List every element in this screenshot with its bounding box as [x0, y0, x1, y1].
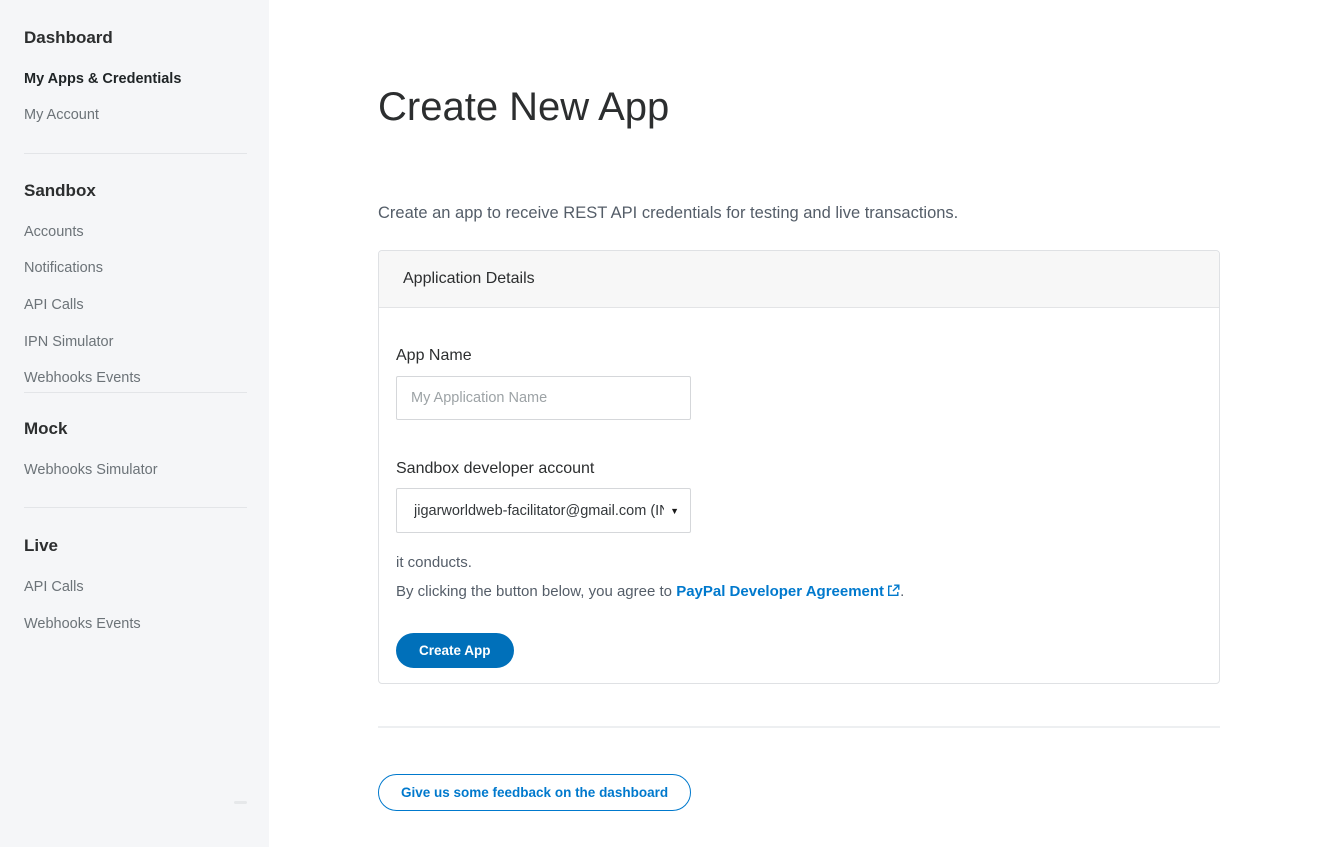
sidebar-item-mock-webhooks-simulator[interactable]: Webhooks Simulator: [24, 461, 247, 479]
sidebar-item-my-account[interactable]: My Account: [24, 106, 247, 124]
agreement-text: By clicking the button below, you agree …: [396, 582, 1195, 603]
feedback-button[interactable]: Give us some feedback on the dashboard: [378, 774, 691, 811]
sidebar-item-my-apps-credentials[interactable]: My Apps & Credentials: [24, 70, 247, 88]
sidebar-item-live-webhooks-events[interactable]: Webhooks Events: [24, 615, 247, 633]
sidebar-nav: Dashboard My Apps & Credentials My Accou…: [0, 0, 269, 847]
create-app-button[interactable]: Create App: [396, 633, 514, 668]
sidebar-collapse-handle: [234, 801, 247, 804]
sandbox-account-select[interactable]: jigarworldweb-facilitator@gmail.com (IN …: [396, 488, 691, 533]
sidebar-heading-mock: Mock: [24, 419, 247, 439]
sidebar-heading-dashboard: Dashboard: [24, 28, 247, 48]
app-name-input[interactable]: [396, 376, 691, 420]
conducts-text: it conducts.: [396, 553, 1195, 573]
sandbox-account-selected-value: jigarworldweb-facilitator@gmail.com (IN: [414, 503, 664, 519]
main-content: Create New App Create an app to receive …: [269, 0, 1333, 847]
sidebar-heading-live: Live: [24, 536, 247, 556]
agreement-suffix: .: [900, 583, 904, 600]
developer-agreement-link[interactable]: PayPal Developer Agreement: [676, 583, 884, 600]
sidebar-item-live-api-calls[interactable]: API Calls: [24, 578, 247, 596]
sidebar-divider: [24, 392, 247, 393]
application-details-panel: Application Details App Name Sandbox dev…: [378, 250, 1220, 684]
sidebar-heading-sandbox: Sandbox: [24, 181, 247, 201]
panel-header: Application Details: [379, 251, 1219, 308]
dropdown-arrow-icon: ▼: [670, 506, 679, 516]
sidebar-item-sandbox-notifications[interactable]: Notifications: [24, 259, 247, 277]
sidebar-item-sandbox-ipn-simulator[interactable]: IPN Simulator: [24, 333, 247, 351]
sidebar-item-sandbox-accounts[interactable]: Accounts: [24, 223, 247, 241]
intro-text: Create an app to receive REST API creden…: [378, 203, 1220, 223]
sandbox-account-label: Sandbox developer account: [396, 459, 1195, 478]
panel-body: App Name Sandbox developer account jigar…: [379, 308, 1219, 683]
sidebar-divider: [24, 153, 247, 154]
sidebar-item-sandbox-api-calls[interactable]: API Calls: [24, 296, 247, 314]
sidebar-divider: [24, 507, 247, 508]
content-divider: [378, 726, 1220, 728]
sidebar-item-sandbox-webhooks-events[interactable]: Webhooks Events: [24, 369, 247, 387]
app-name-label: App Name: [396, 346, 1195, 365]
external-link-icon: [887, 583, 900, 603]
page-title: Create New App: [378, 84, 1220, 130]
agreement-prefix: By clicking the button below, you agree …: [396, 583, 676, 600]
